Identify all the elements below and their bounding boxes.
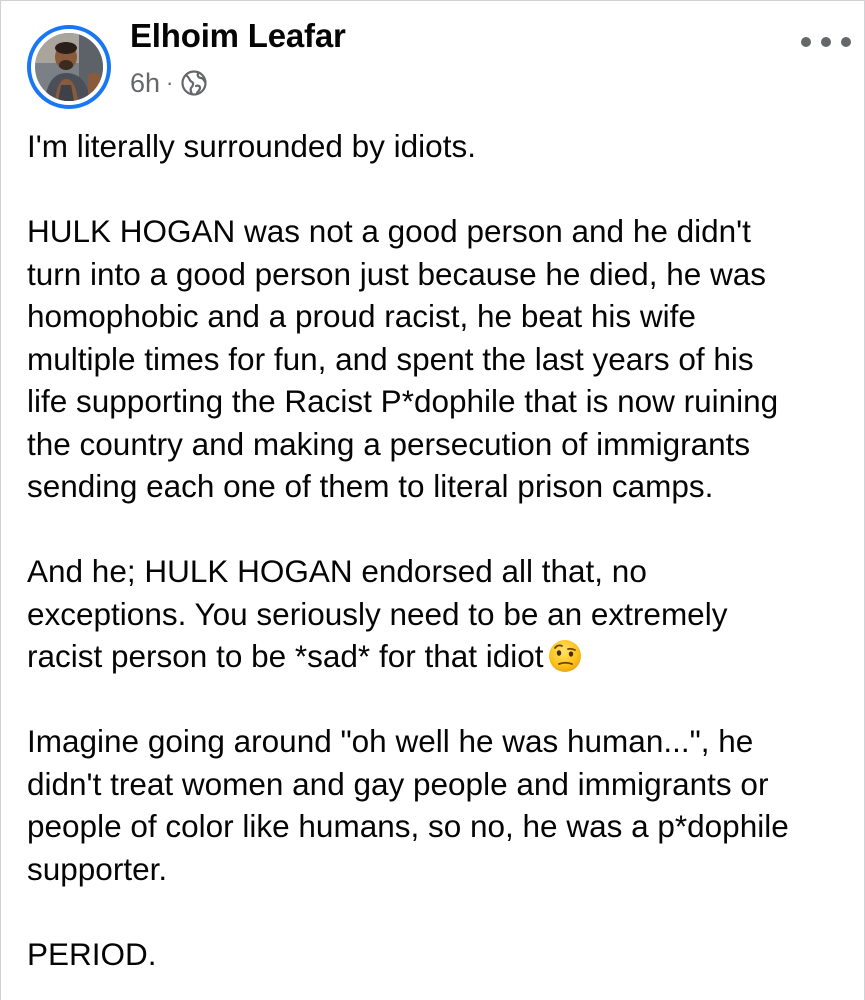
avatar-story-ring[interactable] — [27, 25, 111, 109]
post-time[interactable]: 6h — [130, 68, 160, 99]
post-paragraph: I'm literally surrounded by idiots. — [27, 128, 476, 164]
post-paragraph: And he; HULK HOGAN endorsed all that, no… — [27, 550, 857, 678]
post-text: I'm literally surrounded by idiots. HULK… — [27, 125, 857, 975]
meta-separator: · — [166, 70, 174, 95]
more-options-button[interactable] — [801, 29, 851, 55]
post-paragraph: HULK HOGAN was not a good person and he … — [27, 213, 779, 504]
more-horizontal-icon — [801, 37, 811, 47]
globe-icon[interactable] — [181, 70, 207, 96]
author-name[interactable]: Elhoim Leafar — [130, 17, 346, 55]
post-paragraph-text: And he; HULK HOGAN endorsed all that, no… — [27, 553, 728, 674]
face-with-raised-eyebrow-emoji — [548, 640, 581, 672]
more-dot — [841, 37, 851, 47]
more-dot — [821, 37, 831, 47]
post-paragraph: PERIOD. — [27, 935, 157, 972]
post-card: Elhoim Leafar 6h · I'm literally surroun… — [0, 0, 865, 1000]
profile-photo — [35, 33, 103, 101]
avatar[interactable] — [35, 33, 103, 101]
post-meta: 6h · — [130, 66, 207, 100]
post-paragraph: Imagine going around "oh well he was hum… — [27, 723, 789, 887]
